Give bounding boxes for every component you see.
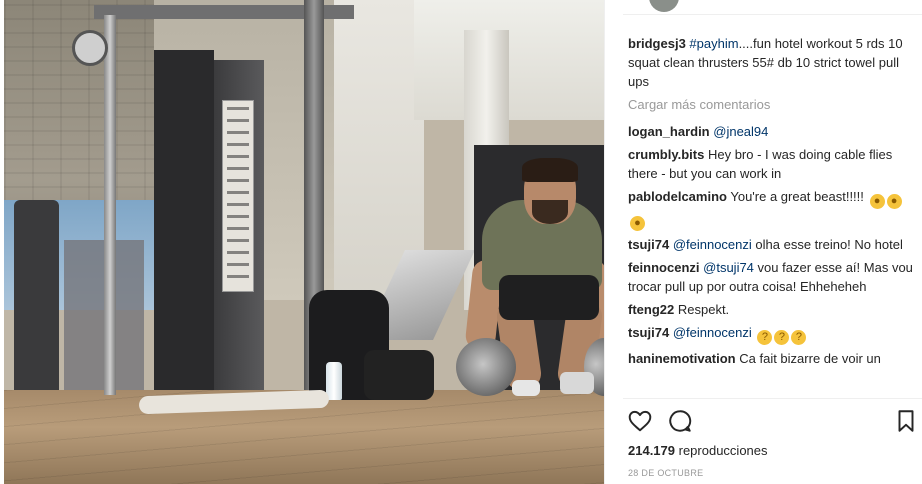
flexed-biceps-icon: ● [886, 194, 902, 209]
caption-username[interactable]: bridgesj3 [628, 36, 686, 51]
comment-username[interactable]: feinnocenzi [628, 260, 700, 275]
thinking-face-icon: ? [791, 330, 807, 345]
flexed-biceps-icon: ● [869, 194, 885, 209]
scene-ceiling [414, 0, 604, 120]
comment-text: You're a great beast!!!!! [730, 189, 864, 204]
comments-list[interactable]: bridgesj3 #payhim....fun hotel workout 5… [628, 34, 918, 396]
comment-mention[interactable]: @feinnocenzi [673, 325, 752, 340]
heart-icon[interactable] [627, 408, 653, 434]
scene-shoe-2 [560, 372, 594, 394]
comment-icon[interactable] [667, 408, 693, 434]
comment-username[interactable]: tsuji74 [628, 325, 669, 340]
comment-username[interactable]: logan_hardin [628, 124, 710, 139]
comment-item: feinnocenzi @tsuji74 vou fazer esse aí! … [628, 258, 918, 296]
comment-text: Ca fait bizarre de voir un [739, 351, 881, 366]
scene-person-shorts [499, 275, 599, 320]
comment-item: tsuji74 @feinnocenzi olha esse treino! N… [628, 235, 918, 254]
comment-username[interactable]: tsuji74 [628, 237, 669, 252]
scene-person-beard [532, 200, 568, 224]
comment-mention[interactable]: @feinnocenzi [673, 237, 752, 252]
comment-text: olha esse treino! No hotel [755, 237, 903, 252]
comment-mention[interactable]: @tsuji74 [703, 260, 754, 275]
views-label: reproducciones [678, 443, 768, 458]
thinking-face-icon: ? [757, 330, 773, 345]
comment-username[interactable]: fteng22 [628, 302, 674, 317]
scene-shoe [512, 380, 540, 396]
caption-hashtag[interactable]: #payhim [689, 36, 738, 51]
bookmark-icon[interactable] [893, 408, 919, 434]
comment-item: pablodelcamino You're a great beast!!!!!… [628, 187, 918, 231]
comment-text: Respekt. [677, 302, 730, 317]
avatar[interactable] [649, 0, 679, 12]
scene-pole [104, 15, 116, 395]
comment-item: crumbly.bits Hey bro - I was doing cable… [628, 145, 918, 183]
scene-machine [14, 200, 59, 390]
caption: bridgesj3 #payhim....fun hotel workout 5… [628, 34, 918, 91]
flexed-biceps-icon: ● [630, 216, 645, 231]
scene-cable-tower [154, 50, 214, 390]
post-date[interactable]: 28 DE OCTUBRE [628, 468, 703, 478]
views-number: 214.179 [628, 443, 675, 458]
scene-dumbbell [456, 338, 516, 396]
comment-username[interactable]: crumbly.bits [628, 147, 704, 162]
scene-shoes [364, 350, 434, 400]
post-header [623, 0, 922, 15]
scene-exercise-placard [222, 100, 254, 292]
thinking-face-icon: ? [774, 330, 790, 345]
actions-divider [623, 398, 922, 399]
views-count[interactable]: 214.179 reproducciones [628, 443, 768, 459]
load-more-comments-button[interactable]: Cargar más comentarios [628, 95, 918, 114]
comment-mention[interactable]: @jneal94 [713, 124, 768, 139]
comment-item: tsuji74 @feinnocenzi ??? [628, 323, 918, 345]
post-video[interactable] [4, 0, 604, 484]
scene-water-bottle [326, 362, 342, 400]
comment-item: haninemotivation Ca fait bizarre de voir… [628, 349, 918, 368]
comment-username[interactable]: haninemotivation [628, 351, 736, 366]
scene-person-hair [522, 158, 578, 182]
comment-item: logan_hardin @jneal94 [628, 122, 918, 141]
comment-username[interactable]: pablodelcamino [628, 189, 727, 204]
post-actions [627, 408, 917, 436]
post-side-panel: bridgesj3 #payhim....fun hotel workout 5… [604, 0, 922, 484]
comment-item: fteng22 Respekt. [628, 300, 918, 319]
scene-pulley [72, 30, 108, 66]
